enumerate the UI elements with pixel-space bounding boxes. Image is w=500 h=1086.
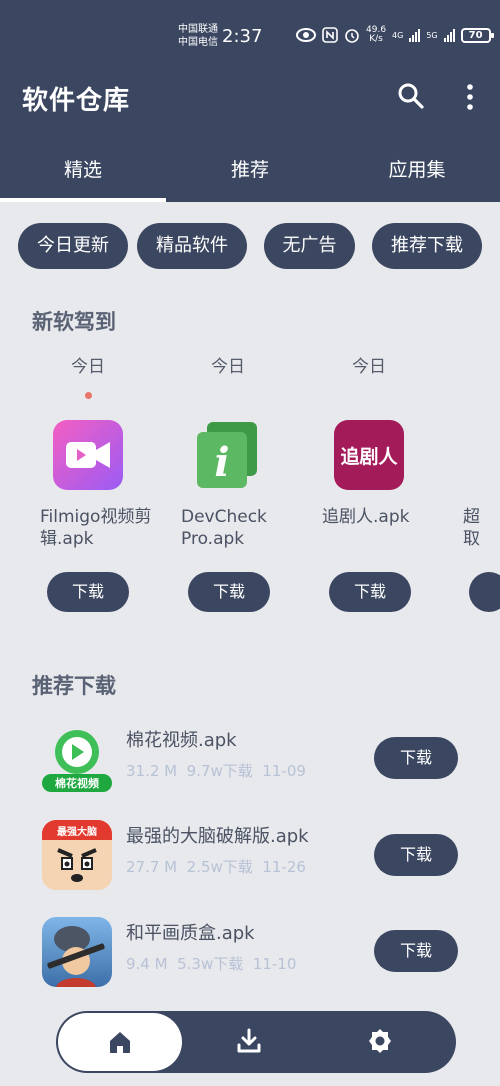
new-app-date: 今日 [352, 357, 386, 377]
app-icon-text: 最强大脑 [57, 825, 97, 838]
svg-text:i: i [214, 439, 229, 486]
tab-featured[interactable]: 精选 [0, 150, 166, 190]
new-app-name: Filmigo视频剪辑.apk [40, 507, 152, 549]
download-button[interactable]: 下载 [188, 572, 270, 612]
signal-icon-2 [443, 28, 455, 42]
new-app-name: DevCheck Pro.apk [181, 507, 267, 549]
app-header: 中国联通 中国电信 2:37 49.6 K/s 4G 5G 70 软件仓库 精选 … [0, 0, 500, 202]
brain-game-app-icon: 最强大脑 [42, 820, 112, 890]
settings-icon[interactable] [366, 1027, 394, 1055]
new-app-name-partial: 超取 [463, 507, 480, 549]
recommended-app-meta: 9.4 M 5.3w下载 11-10 [126, 955, 297, 973]
more-vertical-icon[interactable] [458, 82, 482, 112]
recommended-app-name: 棉花视频.apk [126, 730, 237, 751]
download-icon[interactable] [235, 1027, 263, 1055]
chip-quality-software[interactable]: 精品软件 [137, 223, 247, 269]
nfc-icon [322, 27, 338, 43]
recommended-app-name: 最强的大脑破解版.apk [126, 826, 309, 847]
tab-indicator [0, 198, 166, 202]
tab-collections[interactable]: 应用集 [334, 150, 500, 190]
signal-icon-1 [409, 28, 421, 42]
carrier-labels: 中国联通 中国电信 [178, 23, 218, 49]
download-button[interactable]: 下载 [374, 834, 458, 876]
download-button[interactable]: 下载 [374, 737, 458, 779]
heping-app-icon [42, 917, 112, 987]
nav-home-tab[interactable] [58, 1013, 182, 1071]
filmigo-app-icon [53, 420, 123, 490]
net-speed: 49.6 K/s [366, 25, 387, 44]
status-icons: 49.6 K/s 4G 5G 70 [296, 25, 494, 44]
clock: 2:37 [222, 26, 263, 47]
carrier-1: 中国联通 [178, 24, 218, 35]
app-icon-text: 棉花视频 [55, 776, 99, 790]
unread-dot [85, 392, 92, 399]
chip-no-ads[interactable]: 无广告 [264, 223, 355, 269]
devcheck-app-icon: i [193, 420, 263, 490]
zhuijuren-app-icon: 追剧人 [334, 420, 404, 490]
net-type-1: 4G [392, 30, 404, 40]
recommended-app-meta: 27.7 M 2.5w下载 11-26 [126, 858, 306, 876]
page-title: 软件仓库 [22, 86, 131, 116]
alarm-icon [345, 29, 359, 43]
download-button[interactable]: 下载 [374, 930, 458, 972]
mianhua-app-icon: 棉花视频 [42, 724, 112, 794]
carrier-2: 中国电信 [178, 37, 218, 48]
new-app-date: 今日 [211, 357, 245, 377]
section-title-new: 新软驾到 [32, 310, 116, 334]
chip-today-updates[interactable]: 今日更新 [18, 223, 128, 269]
net-type-2: 5G [426, 30, 438, 40]
new-app-name: 追剧人.apk [322, 507, 410, 527]
home-icon [110, 1032, 130, 1053]
tab-bar: 精选 推荐 应用集 [0, 150, 500, 202]
search-icon[interactable] [397, 82, 425, 110]
battery-level: 70 [468, 29, 483, 41]
status-bar: 中国联通 中国电信 2:37 49.6 K/s 4G 5G 70 [0, 22, 500, 52]
download-button-partial[interactable] [469, 572, 500, 612]
filter-chips: 今日更新 精品软件 无广告 推荐下载 [0, 223, 500, 269]
section-title-recommend: 推荐下载 [32, 674, 116, 698]
recommended-app-name: 和平画质盒.apk [126, 923, 255, 944]
battery-icon: 70 [460, 27, 494, 43]
recommended-app-meta: 31.2 M 9.7w下载 11-09 [126, 762, 306, 780]
download-button[interactable]: 下载 [47, 572, 129, 612]
app-icon-text: 追剧人 [340, 445, 398, 468]
tab-recommend[interactable]: 推荐 [166, 150, 334, 190]
eye-icon [296, 28, 316, 42]
download-button[interactable]: 下载 [329, 572, 411, 612]
chip-recommended-downloads[interactable]: 推荐下载 [372, 223, 482, 269]
new-app-date: 今日 [71, 357, 105, 377]
bottom-nav [56, 1011, 456, 1073]
